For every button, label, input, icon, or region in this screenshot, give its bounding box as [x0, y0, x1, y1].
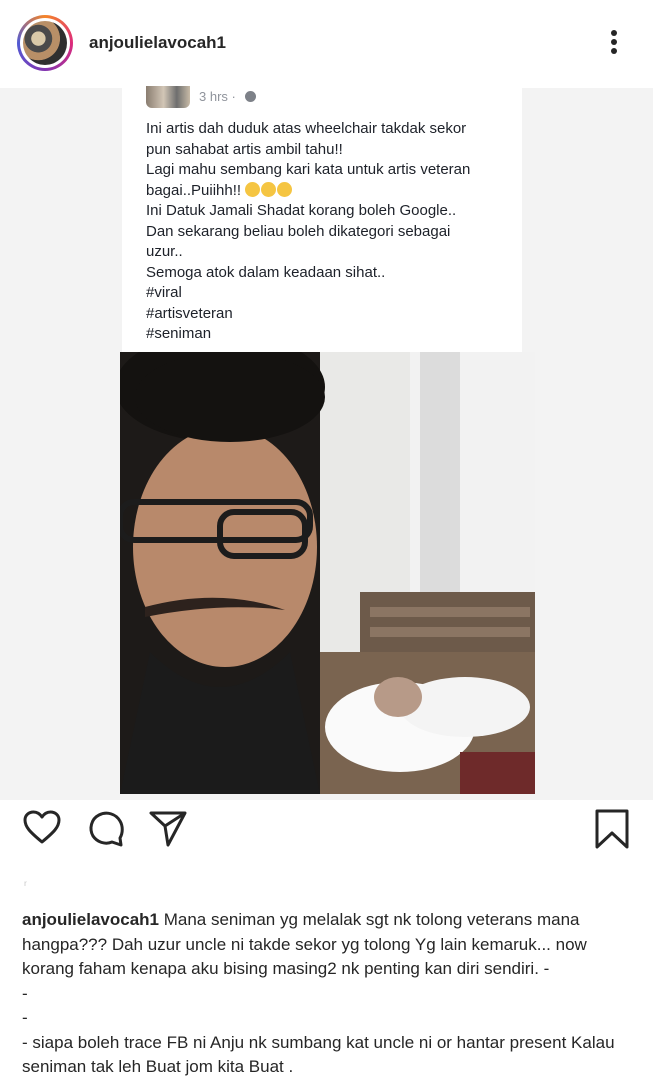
avatar-frame	[20, 18, 70, 68]
facebook-line: bagai..Puiihh!!	[146, 181, 242, 199]
pensive-emoji-icon	[261, 181, 277, 197]
facebook-line: uzur..	[146, 243, 183, 260]
facebook-line: Ini artis dah duduk atas wheelchair takd…	[146, 120, 467, 137]
facebook-line: pun sahabat artis ambil tahu!!	[146, 140, 343, 158]
facebook-line-with-emoji: bagai..Puiihh!!	[146, 181, 506, 202]
post-username[interactable]: anjoulielavocah1	[89, 33, 226, 53]
post-header: anjoulielavocah1	[0, 0, 653, 88]
caption-line: hangpa??? Dah uzur uncle ni takde sekor …	[22, 934, 587, 954]
caption-line: seniman tak leh Buat jom kita Buat .	[22, 1057, 294, 1076]
caption-line: korang faham kenapa aku bising masing2 n…	[22, 959, 550, 978]
facebook-line: Semoga atok dalam keadaan sihat..	[146, 263, 386, 281]
caption-line: - siapa boleh trace FB ni Anju nk sumban…	[22, 1032, 615, 1052]
bookmark-icon[interactable]	[594, 808, 630, 850]
caption-username[interactable]: anjoulielavocah1	[22, 910, 159, 929]
facebook-timestamp: 3 hrs ·	[199, 89, 236, 104]
pensive-emoji-icon	[277, 181, 293, 197]
caption-line: anjoulielavocah1 Mana seniman yg melalak…	[22, 908, 580, 933]
story-ring[interactable]	[17, 15, 73, 71]
caption-line: -	[22, 1008, 28, 1027]
facebook-line: Ini Datuk Jamali Shadat korang boleh Goo…	[146, 202, 457, 219]
comment-icon[interactable]	[86, 808, 126, 848]
faint-mark: ʳ	[24, 878, 27, 892]
globe-icon	[245, 91, 256, 102]
caption-text: Mana seniman yg melalak sgt nk tolong ve…	[159, 910, 580, 929]
facebook-line: #viral	[146, 284, 182, 301]
send-icon[interactable]	[148, 808, 188, 848]
pensive-emoji-icon	[245, 181, 261, 197]
photo-illustration	[120, 352, 535, 794]
facebook-post-text: Ini artis dah duduk atas wheelchair takd…	[146, 119, 506, 345]
facebook-line: Dan sekarang beliau boleh dikategori seb…	[146, 222, 451, 240]
heart-icon[interactable]	[22, 808, 62, 848]
avatar[interactable]	[23, 21, 67, 65]
caption-line: -	[22, 983, 28, 1003]
facebook-line: #artisveteran	[146, 304, 233, 322]
action-bar	[0, 808, 653, 856]
more-vertical-icon[interactable]	[604, 28, 624, 60]
facebook-line: Lagi mahu sembang kari kata untuk artis …	[146, 161, 471, 178]
facebook-line: #seniman	[146, 325, 212, 342]
facebook-screenshot-card: 3 hrs · Ini artis dah duduk atas wheelch…	[122, 86, 522, 353]
selfie-photo	[120, 352, 535, 794]
facebook-avatar	[146, 86, 190, 108]
post-media[interactable]: 3 hrs · Ini artis dah duduk atas wheelch…	[0, 86, 653, 800]
